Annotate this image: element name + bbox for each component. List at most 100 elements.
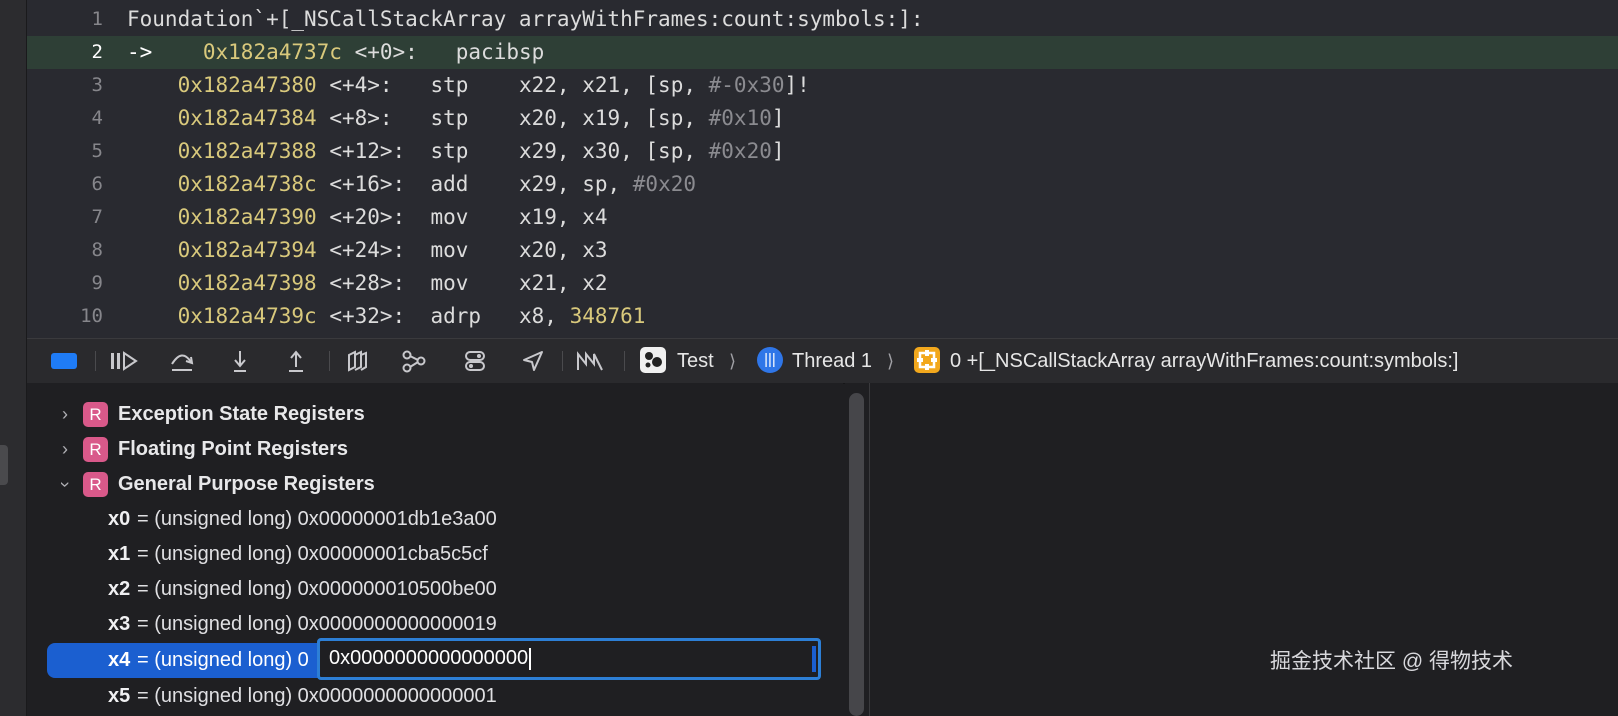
- step-out-icon[interactable]: [283, 349, 309, 373]
- instruction-number: 348761: [569, 304, 646, 328]
- register-value: = (unsigned long) 0x0000000000000019: [137, 613, 497, 635]
- metal-capture-icon[interactable]: [575, 349, 605, 373]
- register-badge: R: [83, 402, 108, 427]
- debug-toolbar: Test ⟩ ||| Thread 1 ⟩ 0 +[_NSCallStackAr…: [27, 338, 1618, 384]
- register-name: x4: [108, 649, 131, 671]
- disclosure-right-icon[interactable]: ›: [55, 397, 75, 432]
- line-number: 10: [80, 305, 103, 327]
- register-row[interactable]: x5 = (unsigned long) 0x0000000000000001: [27, 679, 843, 714]
- instruction-offset: <+24>:: [329, 238, 406, 262]
- instruction-immediate: #0x20: [708, 139, 772, 163]
- register-value: = (unsigned long) 0x00000001db1e3a00: [137, 508, 497, 530]
- register-badge: R: [83, 472, 108, 497]
- register-value: = (unsigned long) 0x000000010500be00: [137, 578, 497, 600]
- code-line: 5 0x182a47388 <+12>: stp x29, x30, [sp, …: [27, 135, 1618, 168]
- instruction-mnemonic: stp: [430, 73, 469, 97]
- instruction-address: 0x182a47380: [177, 73, 317, 97]
- scrollbar-thumb[interactable]: [849, 393, 864, 716]
- disclosure-right-icon[interactable]: ›: [55, 432, 75, 467]
- instruction-offset: <+4>:: [329, 73, 393, 97]
- function-header: Foundation`+[_NSCallStackArray arrayWith…: [127, 7, 924, 31]
- register-name: x5: [108, 685, 131, 707]
- instruction-operands: x22, x21, [sp,: [518, 73, 709, 97]
- register-row[interactable]: x2 = (unsigned long) 0x000000010500be00: [27, 572, 843, 607]
- breadcrumb-app[interactable]: Test: [677, 347, 714, 375]
- instruction-immediate: #0x10: [708, 106, 772, 130]
- instruction-address: 0x182a47390: [177, 205, 317, 229]
- debug-view-hierarchy-icon[interactable]: [343, 349, 371, 373]
- text-caret: [529, 647, 532, 670]
- disassembly-view: 1 Foundation`+[_NSCallStackArray arrayWi…: [27, 0, 1618, 338]
- instruction-address: 0x182a4737c: [202, 40, 342, 64]
- register-row[interactable]: x0 = (unsigned long) 0x00000001db1e3a00: [27, 502, 843, 537]
- instruction-pointer-arrow: ->: [127, 40, 153, 64]
- instruction-address: 0x182a47398: [177, 271, 317, 295]
- line-number: 3: [91, 74, 103, 96]
- instruction-mnemonic: pacibsp: [455, 40, 545, 64]
- breakpoints-toggle[interactable]: [51, 353, 77, 369]
- line-number: 7: [91, 206, 103, 228]
- chevron-right-icon: ⟩: [887, 351, 895, 371]
- selection-end-marker: [812, 646, 816, 672]
- register-value: = (unsigned long) 0x0000000000000001: [137, 685, 497, 707]
- instruction-mnemonic: adrp: [430, 304, 482, 328]
- breadcrumb-frame[interactable]: 0 +[_NSCallStackArray arrayWithFrames:co…: [950, 347, 1459, 375]
- instruction-address: 0x182a4738c: [177, 172, 317, 196]
- group-label: General Purpose Registers: [118, 473, 375, 495]
- code-line: 7 0x182a47390 <+20>: mov x19, x4: [27, 201, 1618, 234]
- code-line: 4 0x182a47384 <+8>: stp x20, x19, [sp, #…: [27, 102, 1618, 135]
- code-line: 3 0x182a47380 <+4>: stp x22, x21, [sp, #…: [27, 69, 1618, 102]
- memory-graph-icon[interactable]: [399, 349, 429, 373]
- line-number: 5: [91, 140, 103, 162]
- disclosure-down-icon[interactable]: ›: [48, 475, 83, 495]
- register-group[interactable]: › R Exception State Registers: [27, 397, 843, 432]
- instruction-address: 0x182a47384: [177, 106, 317, 130]
- register-name: x3: [108, 613, 131, 635]
- instruction-offset: <+12>:: [329, 139, 406, 163]
- code-line: 8 0x182a47394 <+24>: mov x20, x3: [27, 234, 1618, 267]
- step-into-icon[interactable]: [227, 349, 253, 373]
- instruction-immediate: #-0x30: [708, 73, 785, 97]
- register-name: x1: [108, 543, 131, 565]
- toolbar-divider: [624, 351, 625, 371]
- app-icon: [640, 347, 666, 373]
- toolbar-divider: [95, 351, 96, 371]
- group-label: Floating Point Registers: [118, 438, 349, 460]
- toolbar-divider: [329, 351, 330, 371]
- instruction-operands: x29, x30, [sp,: [518, 139, 709, 163]
- line-number: 9: [91, 272, 103, 294]
- instruction-offset: <+20>:: [329, 205, 406, 229]
- instruction-operands-tail: ]: [771, 106, 785, 130]
- instruction-operands: x8,: [518, 304, 570, 328]
- instruction-mnemonic: mov: [430, 205, 469, 229]
- register-row[interactable]: x3 = (unsigned long) 0x0000000000000019: [27, 607, 843, 642]
- simulate-location-icon[interactable]: [519, 349, 547, 373]
- register-group[interactable]: › R General Purpose Registers: [27, 467, 843, 502]
- instruction-offset: <+16>:: [329, 172, 406, 196]
- instruction-mnemonic: add: [430, 172, 469, 196]
- group-label: Exception State Registers: [118, 403, 365, 425]
- code-line: 6 0x182a4738c <+16>: add x29, sp, #0x20: [27, 168, 1618, 201]
- instruction-address: 0x182a47394: [177, 238, 317, 262]
- environment-overrides-icon[interactable]: [461, 349, 489, 373]
- instruction-mnemonic: stp: [430, 106, 469, 130]
- step-over-icon[interactable]: [167, 349, 197, 373]
- register-name: x2: [108, 578, 131, 600]
- chevron-right-icon: ⟩: [729, 351, 737, 371]
- panel-resize-handle[interactable]: [0, 445, 8, 485]
- instruction-mnemonic: stp: [430, 139, 469, 163]
- instruction-operands: x20, x3: [518, 238, 608, 262]
- line-number: 1: [91, 8, 103, 30]
- thread-icon: |||: [757, 347, 783, 373]
- register-badge: R: [83, 437, 108, 462]
- code-line: 9 0x182a47398 <+28>: mov x21, x2: [27, 267, 1618, 300]
- register-group[interactable]: › R Floating Point Registers: [27, 432, 843, 467]
- register-row[interactable]: x1 = (unsigned long) 0x00000001cba5c5cf: [27, 537, 843, 572]
- continue-icon[interactable]: [107, 349, 141, 373]
- register-name: x0: [108, 508, 131, 530]
- left-gutter-strip: [0, 0, 27, 716]
- breadcrumb-thread[interactable]: Thread 1: [792, 347, 872, 375]
- instruction-offset: <+0>:: [354, 40, 418, 64]
- instruction-operands: x21, x2: [518, 271, 608, 295]
- toolbar-divider: [562, 351, 563, 371]
